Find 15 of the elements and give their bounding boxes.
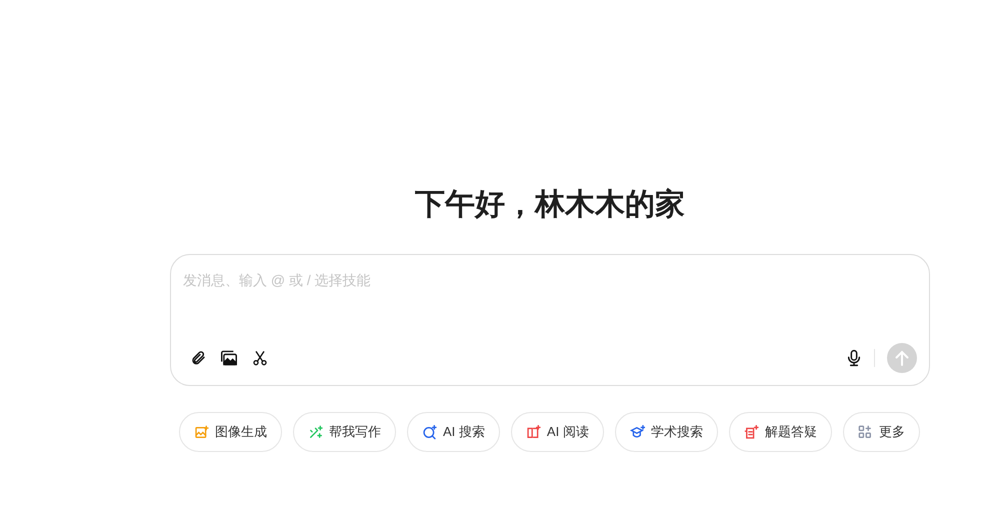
- microphone-icon[interactable]: [846, 349, 862, 367]
- skill-chip[interactable]: AI 搜索: [407, 412, 500, 452]
- arrow-up-icon: [895, 350, 909, 366]
- skill-chip[interactable]: 图像生成: [179, 412, 282, 452]
- image-icon[interactable]: [220, 350, 238, 366]
- skill-chip[interactable]: AI 阅读: [510, 412, 604, 452]
- skill-chip[interactable]: 解题答疑: [728, 412, 832, 452]
- skill-chip[interactable]: 学术搜索: [614, 412, 718, 452]
- paperclip-icon[interactable]: [190, 350, 206, 366]
- skill-chip[interactable]: 更多: [842, 412, 920, 452]
- greeting-heading: 下午好，林木木的家: [415, 186, 685, 223]
- message-composer[interactable]: 发消息、输入 @ 或 / 选择技能: [170, 254, 930, 386]
- message-input[interactable]: 发消息、输入 @ 或 / 选择技能: [183, 270, 583, 291]
- scissors-icon[interactable]: [252, 350, 268, 366]
- skill-chip[interactable]: 帮我写作: [293, 412, 396, 452]
